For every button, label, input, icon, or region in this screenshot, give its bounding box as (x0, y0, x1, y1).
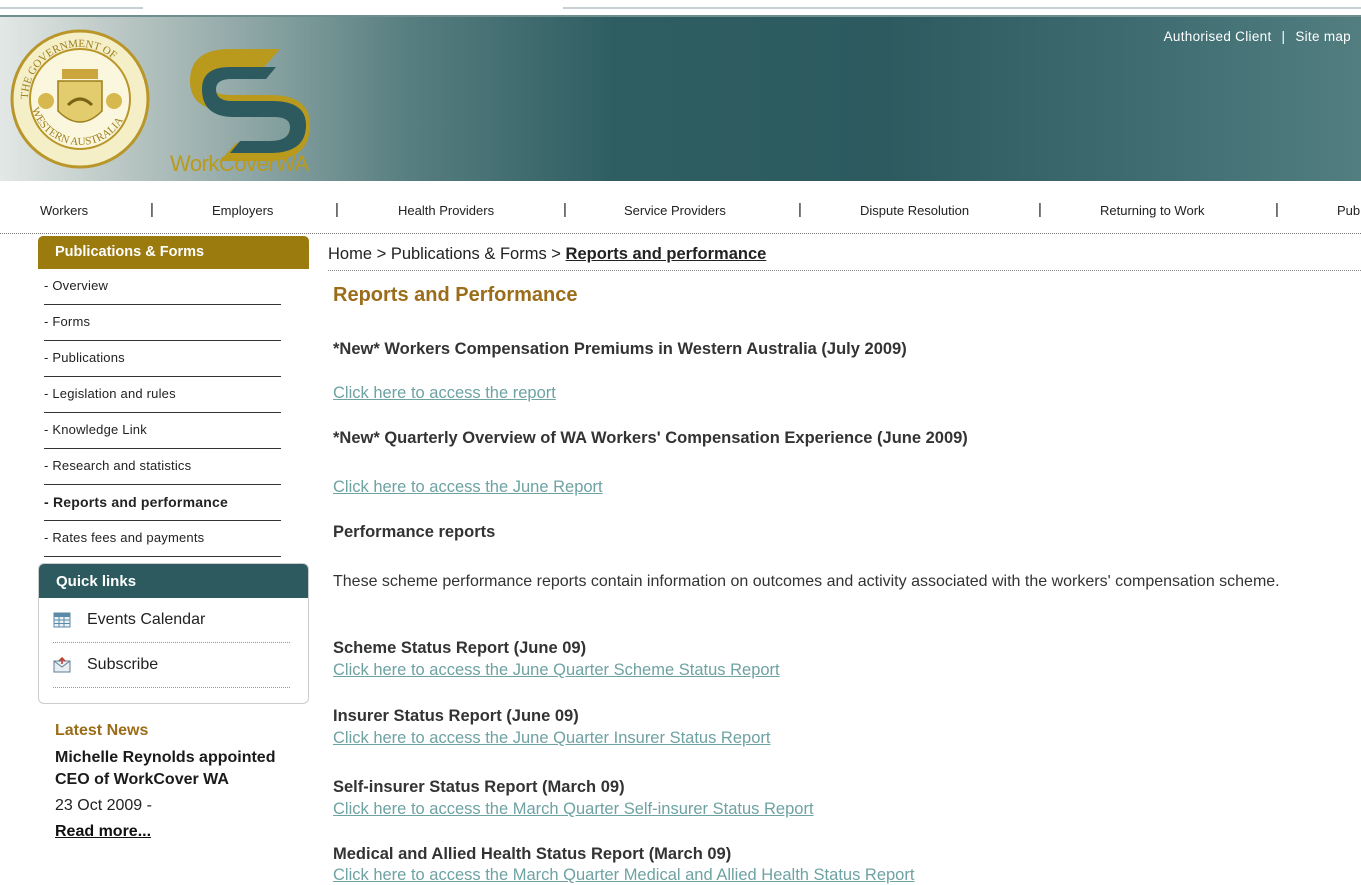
site-header: THE GOVERNMENT OF WESTERN AUSTRALIA Work… (0, 15, 1361, 183)
sidebar: Publications & Forms - Overview - Forms … (38, 236, 309, 557)
nav-separator: | (563, 201, 567, 218)
nav-separator: | (1275, 201, 1279, 218)
subscribe-icon (53, 657, 71, 673)
medical-health-heading: Medical and Allied Health Status Report … (333, 845, 732, 863)
premiums-report-link[interactable]: Click here to access the report (333, 384, 556, 403)
scheme-status-link[interactable]: Click here to access the June Quarter Sc… (333, 661, 780, 680)
nav-publications[interactable]: Pub (1337, 203, 1360, 218)
quick-links-heading: Quick links (39, 564, 308, 598)
sidebar-item-overview[interactable]: - Overview (44, 269, 281, 305)
scheme-status-heading: Scheme Status Report (June 09) (333, 639, 587, 657)
read-more-link[interactable]: Read more... (55, 823, 295, 841)
nav-health-providers[interactable]: Health Providers (398, 203, 494, 218)
latest-news: Latest News Michelle Reynolds appointed … (55, 722, 295, 841)
new-premiums-heading: *New* Workers Compensation Premiums in W… (333, 340, 907, 358)
quick-link-label[interactable]: Subscribe (87, 656, 158, 674)
performance-description: These scheme performance reports contain… (333, 573, 1280, 590)
self-insurer-heading: Self-insurer Status Report (March 09) (333, 778, 625, 796)
authorised-client-link[interactable]: Authorised Client (1164, 29, 1272, 44)
sidebar-item-legislation[interactable]: - Legislation and rules (44, 377, 281, 413)
sidebar-item-forms[interactable]: - Forms (44, 305, 281, 341)
nav-separator: | (150, 201, 154, 218)
news-title[interactable]: Michelle Reynolds appointed CEO of WorkC… (55, 747, 295, 791)
breadcrumb-home[interactable]: Home (328, 245, 372, 263)
nav-separator: | (798, 201, 802, 218)
calendar-icon (53, 612, 71, 628)
new-quarterly-heading: *New* Quarterly Overview of WA Workers' … (333, 429, 968, 447)
breadcrumb-separator: > (372, 245, 391, 263)
sidebar-item-rates[interactable]: - Rates fees and payments (44, 521, 281, 557)
top-line-right (563, 7, 1361, 9)
breadcrumb-divider (328, 270, 1361, 271)
sidebar-heading[interactable]: Publications & Forms (38, 236, 309, 269)
nav-employers[interactable]: Employers (212, 203, 273, 218)
medical-health-link[interactable]: Click here to access the March Quarter M… (333, 866, 914, 885)
news-date: 23 Oct 2009 - (55, 797, 152, 814)
quick-link-events-calendar[interactable]: Events Calendar (53, 598, 290, 643)
quick-link-label[interactable]: Events Calendar (87, 611, 205, 629)
nav-returning-to-work[interactable]: Returning to Work (1100, 203, 1205, 218)
nav-service-providers[interactable]: Service Providers (624, 203, 726, 218)
page-title: Reports and Performance (333, 284, 578, 306)
breadcrumb: Home > Publications & Forms > Reports an… (328, 245, 766, 264)
site-map-link[interactable]: Site map (1295, 29, 1351, 44)
workcover-logo-icon[interactable]: WorkCoverWA (160, 41, 310, 176)
insurer-status-heading: Insurer Status Report (June 09) (333, 707, 579, 725)
quick-links-box: Quick links Events Calendar Subscribe (38, 563, 309, 704)
government-seal-icon[interactable]: THE GOVERNMENT OF WESTERN AUSTRALIA (10, 29, 150, 169)
quick-link-subscribe[interactable]: Subscribe (53, 643, 290, 688)
sidebar-item-publications[interactable]: - Publications (44, 341, 281, 377)
top-line-left (0, 7, 143, 9)
breadcrumb-current: Reports and performance (565, 245, 767, 263)
main-nav: Workers | Employers | Health Providers |… (0, 181, 1361, 234)
latest-news-heading: Latest News (55, 722, 149, 739)
top-links: Authorised Client | Site map (1160, 29, 1355, 44)
sidebar-item-research[interactable]: - Research and statistics (44, 449, 281, 485)
breadcrumb-separator: > (546, 245, 566, 263)
nav-separator: | (1038, 201, 1042, 218)
performance-reports-heading: Performance reports (333, 523, 496, 541)
self-insurer-link[interactable]: Click here to access the March Quarter S… (333, 800, 814, 819)
june-report-link[interactable]: Click here to access the June Report (333, 478, 603, 497)
sidebar-item-reports[interactable]: - Reports and performance (44, 485, 281, 521)
breadcrumb-section[interactable]: Publications & Forms (391, 245, 547, 263)
nav-workers[interactable]: Workers (40, 203, 88, 218)
sidebar-item-knowledge-link[interactable]: - Knowledge Link (44, 413, 281, 449)
nav-dispute-resolution[interactable]: Dispute Resolution (860, 203, 969, 218)
insurer-status-link[interactable]: Click here to access the June Quarter In… (333, 729, 770, 748)
logo-text: WorkCoverWA (170, 151, 310, 176)
top-link-separator: | (1281, 29, 1286, 44)
nav-separator: | (335, 201, 339, 218)
